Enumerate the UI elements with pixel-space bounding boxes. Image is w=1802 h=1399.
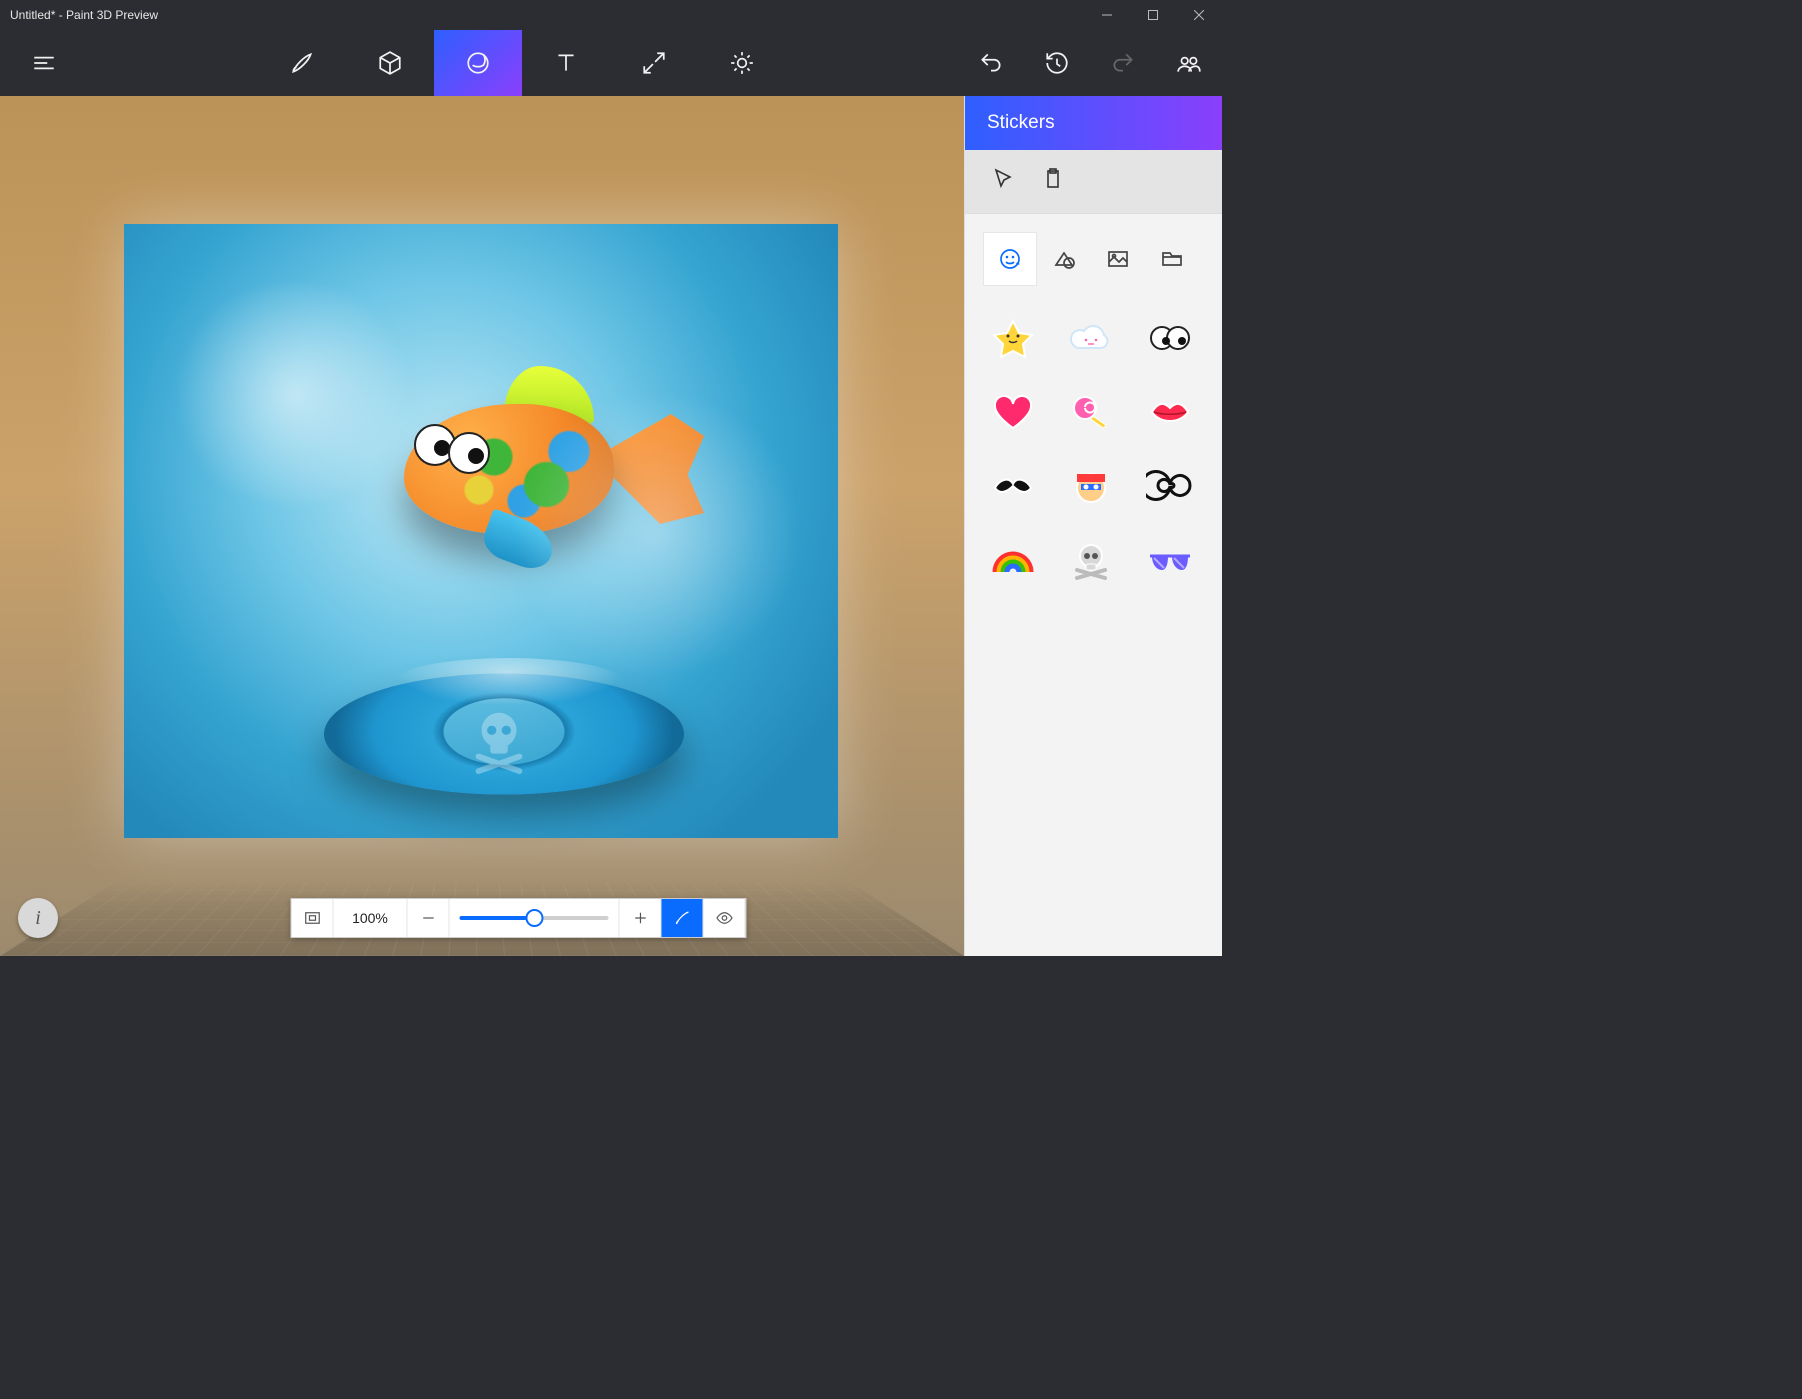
text-button[interactable] <box>522 30 610 96</box>
artboard[interactable] <box>124 224 838 838</box>
zoom-slider[interactable] <box>449 899 619 937</box>
sticker-spiral[interactable] <box>1142 462 1198 510</box>
select-tool-button[interactable] <box>991 167 1015 196</box>
zoom-percent[interactable]: 100% <box>333 899 407 937</box>
fish-object[interactable] <box>364 354 684 574</box>
skull-sticker-on-donut <box>464 704 534 779</box>
category-stickers[interactable] <box>983 232 1037 286</box>
category-browse[interactable] <box>1145 232 1199 286</box>
sidebar-title: Stickers <box>965 96 1222 150</box>
sticker-lollipop[interactable] <box>1063 388 1119 436</box>
donut-object[interactable] <box>324 624 684 844</box>
brushes-button[interactable] <box>258 30 346 96</box>
paste-button[interactable] <box>1041 167 1065 196</box>
history-button[interactable] <box>1024 30 1090 96</box>
sticker-eyes[interactable] <box>1142 314 1198 362</box>
sticker-category-tabs <box>983 232 1204 286</box>
sticker-face[interactable] <box>1063 462 1119 510</box>
window-close-button[interactable] <box>1176 0 1222 30</box>
window-minimize-button[interactable] <box>1084 0 1130 30</box>
menu-button[interactable] <box>0 30 88 96</box>
sticker-mustache[interactable] <box>985 462 1041 510</box>
effects-button[interactable] <box>698 30 786 96</box>
undo-button[interactable] <box>958 30 1024 96</box>
window-maximize-button[interactable] <box>1130 0 1176 30</box>
canvas-viewport[interactable]: i 100% <box>0 96 964 956</box>
community-button[interactable] <box>1156 30 1222 96</box>
zoom-in-button[interactable] <box>619 899 661 937</box>
sticker-cloud[interactable] <box>1063 314 1119 362</box>
zoom-bar: 100% <box>290 898 746 938</box>
redo-button[interactable] <box>1090 30 1156 96</box>
window-title: Untitled* - Paint 3D Preview <box>10 8 158 22</box>
3d-objects-button[interactable] <box>346 30 434 96</box>
sidebar: Stickers <box>964 96 1222 956</box>
sticker-sunglasses[interactable] <box>1142 536 1198 584</box>
sticker-rainbow[interactable] <box>985 536 1041 584</box>
sticker-grid <box>983 310 1204 588</box>
category-textures[interactable] <box>1091 232 1145 286</box>
sidebar-tool-row <box>965 150 1222 214</box>
fit-screen-button[interactable] <box>291 899 333 937</box>
info-button[interactable]: i <box>18 898 58 938</box>
view-mode-button[interactable] <box>703 899 745 937</box>
sticker-star[interactable] <box>985 314 1041 362</box>
view-3d-button[interactable] <box>661 899 703 937</box>
title-bar: Untitled* - Paint 3D Preview <box>0 0 1222 30</box>
sticker-heart[interactable] <box>985 388 1041 436</box>
main-toolbar <box>0 30 1222 96</box>
eyes-sticker-on-fish <box>448 432 490 474</box>
category-shapes[interactable] <box>1037 232 1091 286</box>
canvas-button[interactable] <box>610 30 698 96</box>
zoom-out-button[interactable] <box>407 899 449 937</box>
sticker-skull[interactable] <box>1063 536 1119 584</box>
sticker-lips[interactable] <box>1142 388 1198 436</box>
stickers-button[interactable] <box>434 30 522 96</box>
